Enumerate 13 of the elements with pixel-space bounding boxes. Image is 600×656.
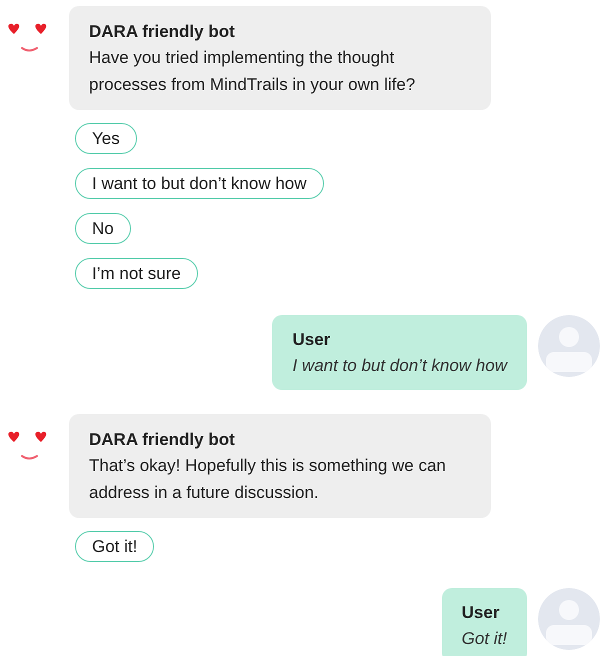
message-text: Have you tried implementing the thought processes from MindTrails in your own life?: [89, 47, 416, 96]
sender-name: User: [462, 602, 500, 624]
sender-name: User: [292, 329, 332, 351]
reply-option-button[interactable]: No: [75, 213, 131, 244]
reply-option-button[interactable]: I’m not sure: [75, 258, 198, 289]
message-text: I want to but don’t know how: [292, 355, 507, 377]
message-text: That’s okay! Hopefully this is something we can address in a future discussion.: [89, 455, 447, 504]
sender-name: DARA friendly bot: [89, 429, 236, 451]
sender-name: DARA friendly bot: [89, 21, 236, 43]
reply-option-button[interactable]: Got it!: [75, 531, 154, 562]
reply-option-button[interactable]: I want to but don’t know how: [75, 168, 324, 199]
message-text: Got it!: [462, 628, 507, 650]
reply-option-button[interactable]: Yes: [75, 123, 137, 154]
